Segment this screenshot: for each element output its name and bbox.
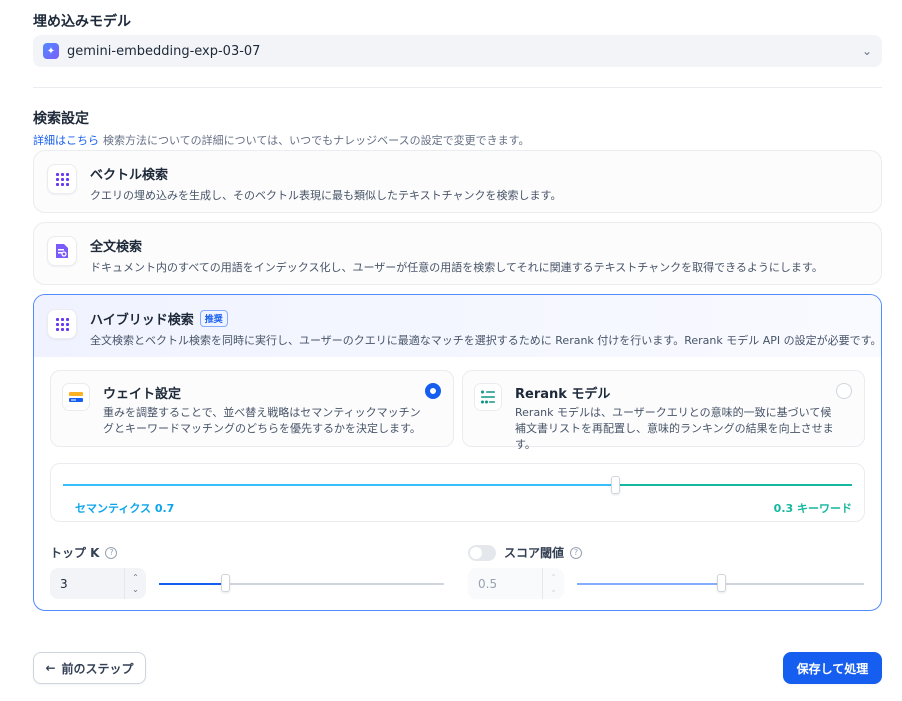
save-and-process-button[interactable]: 保存して処理 — [783, 652, 882, 684]
search-settings-description: 検索方法についての詳細については、いつでもナレッジベースの設定で変更できます。 — [103, 134, 530, 147]
embedding-model-name: gemini-embedding-exp-03-07 — [67, 43, 261, 59]
score-threshold-toggle[interactable] — [468, 544, 496, 561]
chevron-down-icon[interactable]: ⌄ — [132, 584, 139, 596]
hybrid-search-option[interactable]: ハイブリッド検索 推奨 全文検索とベクトル検索を同時に実行し、ユーザーのクエリに… — [33, 294, 882, 611]
gemini-icon: ✦ — [43, 43, 59, 59]
chevron-up-icon[interactable]: ⌃ — [550, 572, 557, 584]
semantic-weight-label: セマンティクス 0.7 — [75, 502, 175, 515]
score-threshold-slider-fill — [577, 583, 721, 585]
top-k-input[interactable]: 3 ⌃ ⌄ — [50, 568, 146, 599]
rerank-model-radio[interactable] — [836, 383, 852, 399]
hybrid-grid-icon — [47, 309, 77, 339]
help-icon[interactable]: ? — [105, 546, 118, 559]
vector-search-option[interactable]: ベクトル検索 クエリの埋め込みを生成し、そのベクトル表現に最も類似したテキストチ… — [33, 150, 882, 213]
score-threshold-stepper[interactable]: ⌃ ⌄ — [542, 568, 564, 599]
vector-search-title: ベクトル検索 — [90, 168, 169, 183]
semantic-weight-track[interactable] — [63, 484, 613, 486]
weight-setting-description: 重みを調整することで、並べ替え戦略はセマンティックマッチングとキーワードマッチン… — [103, 406, 421, 435]
previous-step-label: 前のステップ — [61, 661, 134, 676]
top-k-label-row: トップ K ? — [50, 544, 118, 561]
top-k-slider-fill — [159, 583, 225, 585]
weight-setting-option[interactable]: ウェイト設定 重みを調整することで、並べ替え戦略はセマンティックマッチングとキー… — [50, 370, 454, 447]
search-settings-title: 検索設定 — [33, 111, 89, 127]
score-threshold-slider[interactable] — [577, 574, 864, 592]
vector-search-description: クエリの埋め込みを生成し、そのベクトル表現に最も類似したテキストチャンクを検索し… — [90, 189, 562, 202]
keyword-weight-track[interactable] — [618, 484, 852, 486]
previous-step-button[interactable]: ← 前のステップ — [33, 652, 146, 684]
weight-setting-title: ウェイト設定 — [103, 387, 182, 402]
rerank-model-description: Rerank モデルは、ユーザークエリとの意味的一致に基づいて候補文書リストを再… — [515, 406, 834, 451]
arrow-left-icon: ← — [45, 661, 56, 675]
score-threshold-label-row: スコア閾値 ? — [468, 544, 583, 561]
weight-setting-radio[interactable] — [425, 383, 441, 399]
recommended-badge: 推奨 — [199, 310, 228, 327]
score-threshold-value: 0.5 — [478, 576, 498, 591]
rerank-sort-icon — [474, 383, 502, 411]
hybrid-search-description: 全文検索とベクトル検索を同時に実行し、ユーザーのクエリに最適なマッチを選択するた… — [90, 334, 882, 347]
document-search-icon — [47, 236, 77, 266]
hybrid-search-title: ハイブリッド検索 — [90, 313, 194, 328]
learn-more-link[interactable]: 詳細はこちら — [33, 134, 99, 147]
top-k-label: トップ K — [50, 546, 100, 560]
chevron-down-icon: ⌄ — [861, 44, 872, 58]
help-icon[interactable]: ? — [570, 546, 583, 559]
chevron-up-icon[interactable]: ⌃ — [132, 572, 139, 584]
divider — [33, 87, 882, 88]
vector-grid-icon — [47, 164, 77, 194]
keyword-weight-label: 0.3 キーワード — [773, 502, 852, 515]
rerank-model-title: Rerank モデル — [515, 387, 611, 402]
fulltext-search-option[interactable]: 全文検索 ドキュメント内のすべての用語をインデックス化し、ユーザーが任意の用語を… — [33, 222, 882, 285]
score-threshold-slider-thumb[interactable] — [716, 574, 726, 592]
hybrid-search-title-row: ハイブリッド検索 推奨 — [90, 309, 228, 328]
top-k-slider-thumb[interactable] — [220, 574, 230, 592]
fulltext-search-title: 全文検索 — [90, 240, 143, 255]
search-settings-description-line: 詳細はこちら 検索方法についての詳細については、いつでもナレッジベースの設定で変更… — [33, 132, 529, 148]
score-threshold-input[interactable]: 0.5 ⌃ ⌄ — [468, 568, 564, 599]
score-threshold-label: スコア閾値 — [504, 546, 565, 560]
embedding-model-select[interactable]: ✦ gemini-embedding-exp-03-07 ⌄ — [33, 35, 882, 67]
embedding-section-title: 埋め込みモデル — [33, 14, 131, 30]
fulltext-search-description: ドキュメント内のすべての用語をインデックス化し、ユーザーが任意の用語を検索してそ… — [90, 261, 823, 274]
weight-slider-box: セマンティクス 0.7 0.3 キーワード — [50, 463, 865, 522]
chevron-down-icon[interactable]: ⌄ — [550, 584, 557, 596]
top-k-stepper[interactable]: ⌃ ⌄ — [124, 568, 146, 599]
weight-balance-icon — [62, 383, 90, 411]
top-k-slider[interactable] — [159, 574, 444, 592]
top-k-value: 3 — [60, 576, 68, 591]
rerank-model-option[interactable]: Rerank モデル Rerank モデルは、ユーザークエリとの意味的一致に基づ… — [462, 370, 865, 451]
weight-slider-thumb[interactable] — [611, 476, 621, 494]
